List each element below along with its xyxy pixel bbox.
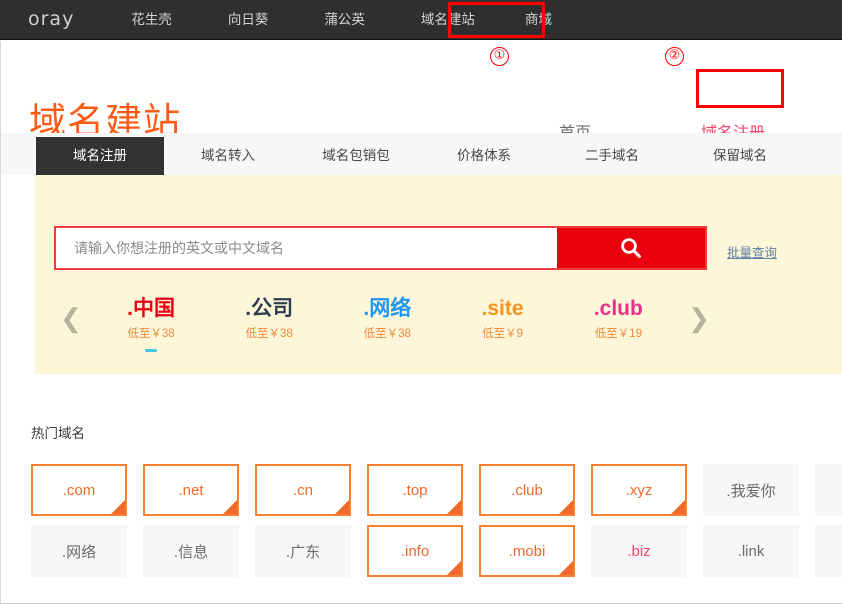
- domain-tile-cn[interactable]: .cn: [255, 464, 351, 516]
- domain-tile-link[interactable]: .link: [703, 525, 799, 577]
- domain-tile-net[interactable]: .net: [143, 464, 239, 516]
- domain-tile-label: .link: [738, 543, 765, 560]
- domain-tile-label: .网络: [62, 541, 96, 562]
- tld-label: .club: [594, 297, 643, 321]
- domain-tile-club[interactable]: .club: [479, 464, 575, 516]
- tab-second-hand-domain[interactable]: 二手域名: [548, 137, 676, 175]
- selected-corner-icon: [671, 500, 685, 514]
- tld-price: 低至￥19: [594, 325, 643, 341]
- nav-item-shopping-mall[interactable]: 商城: [525, 0, 552, 39]
- selected-corner-icon: [111, 500, 125, 514]
- domain-tile-row1-overflow[interactable]: [815, 464, 842, 516]
- domain-tile-label: .biz: [627, 543, 650, 560]
- nav-item-xiangrikui[interactable]: 向日葵: [228, 0, 269, 39]
- tab-domain-transfer[interactable]: 域名转入: [164, 137, 292, 175]
- chevron-right-icon[interactable]: ❯: [678, 306, 720, 332]
- domain-search-bar: [54, 226, 707, 270]
- nav-item-huashengke[interactable]: 花生壳: [131, 0, 172, 39]
- domain-tile-label: .xyz: [626, 482, 653, 499]
- tld-price: 低至￥38: [245, 325, 293, 341]
- oray-logo[interactable]: oray: [28, 0, 74, 39]
- batch-query-link[interactable]: 批量查询: [727, 242, 777, 261]
- search-input[interactable]: [56, 228, 557, 268]
- nav-item-domain-build[interactable]: 域名建站: [421, 0, 475, 39]
- selected-corner-icon: [447, 561, 461, 575]
- domain-tile-biz[interactable]: .biz: [591, 525, 687, 577]
- tld-price: 低至￥9: [482, 325, 524, 341]
- domain-tile-label: .我爱你: [726, 480, 775, 501]
- tld-card-zhongguo[interactable]: .中国 低至￥38: [121, 297, 181, 341]
- domain-tile-mobi[interactable]: .mobi: [479, 525, 575, 577]
- search-icon: [618, 235, 644, 261]
- selected-corner-icon: [559, 500, 573, 514]
- domain-tile-label: .top: [402, 482, 427, 499]
- selected-corner-icon: [223, 500, 237, 514]
- domain-tile-info[interactable]: .info: [367, 525, 463, 577]
- hot-domains-title: 热门域名: [31, 422, 85, 442]
- search-button[interactable]: [557, 228, 705, 268]
- domain-tile-xinxi[interactable]: .信息: [143, 525, 239, 577]
- tld-price: 低至￥38: [127, 325, 175, 341]
- selected-corner-icon: [447, 500, 461, 514]
- tld-card-club[interactable]: .club 低至￥19: [588, 297, 649, 341]
- domain-tile-wangluo[interactable]: .网络: [31, 525, 127, 577]
- panel-left-margin: [0, 175, 35, 374]
- page-root: oray 花生壳 向日葵 蒲公英 域名建站 商城 域名建站 首页 域名注册 域名…: [0, 0, 842, 605]
- top-nav-list: oray 花生壳 向日葵 蒲公英 域名建站 商城: [0, 0, 842, 39]
- tld-card-site[interactable]: .site 低至￥9: [476, 297, 530, 341]
- hot-domains-grid: .com .net .cn .top .club .xyz: [31, 464, 842, 577]
- tld-card-gongsi[interactable]: .公司 低至￥38: [239, 297, 299, 341]
- tab-domain-register[interactable]: 域名注册: [36, 137, 164, 175]
- domain-tile-woaini[interactable]: .我爱你: [703, 464, 799, 516]
- domain-tile-label: .com: [63, 482, 96, 499]
- tld-carousel: ❮ .中国 低至￥38 .公司 低至￥38 .网络 低至￥38 .site: [50, 288, 720, 350]
- domain-tile-label: .mobi: [509, 543, 546, 560]
- top-navigation-bar: oray 花生壳 向日葵 蒲公英 域名建站 商城: [0, 0, 842, 40]
- domain-tile-top[interactable]: .top: [367, 464, 463, 516]
- nav-item-pugongying[interactable]: 蒲公英: [324, 0, 365, 39]
- tld-label: .公司: [245, 297, 293, 321]
- tab-price-system[interactable]: 价格体系: [420, 137, 548, 175]
- domain-tile-label: .广东: [286, 541, 320, 562]
- tld-label: .site: [482, 297, 524, 321]
- page-header: 域名建站 首页 域名注册: [0, 41, 842, 133]
- tld-label: .中国: [127, 297, 175, 321]
- domain-tile-row2-overflow[interactable]: [815, 525, 842, 577]
- carousel-active-indicator: [145, 349, 157, 352]
- chevron-left-icon[interactable]: ❮: [50, 306, 92, 332]
- tab-reserved-domain[interactable]: 保留域名: [676, 137, 804, 175]
- domain-search-panel: 批量查询 ❮ .中国 低至￥38 .公司 低至￥38 .网络 低至￥38: [35, 175, 842, 374]
- domain-tile-guangdong[interactable]: .广东: [255, 525, 351, 577]
- domain-tile-label: .club: [511, 482, 543, 499]
- domain-tile-label: .信息: [174, 541, 208, 562]
- domain-tile-label: .info: [401, 543, 429, 560]
- tld-price: 低至￥38: [363, 325, 411, 341]
- tab-bar: 域名注册 域名转入 域名包销包 价格体系 二手域名 保留域名: [0, 133, 842, 175]
- tld-carousel-items: .中国 低至￥38 .公司 低至￥38 .网络 低至￥38 .site 低至￥9: [92, 297, 678, 341]
- tld-label: .网络: [363, 297, 411, 321]
- domain-tile-xyz[interactable]: .xyz: [591, 464, 687, 516]
- selected-corner-icon: [335, 500, 349, 514]
- hot-domains-section: 热门域名 .com .net .cn .top .club: [0, 374, 842, 604]
- domain-tile-com[interactable]: .com: [31, 464, 127, 516]
- domain-tile-label: .net: [178, 482, 203, 499]
- tab-domain-package[interactable]: 域名包销包: [292, 137, 420, 175]
- selected-corner-icon: [559, 561, 573, 575]
- tld-card-wangluo[interactable]: .网络 低至￥38: [357, 297, 417, 341]
- domain-tile-label: .cn: [293, 482, 313, 499]
